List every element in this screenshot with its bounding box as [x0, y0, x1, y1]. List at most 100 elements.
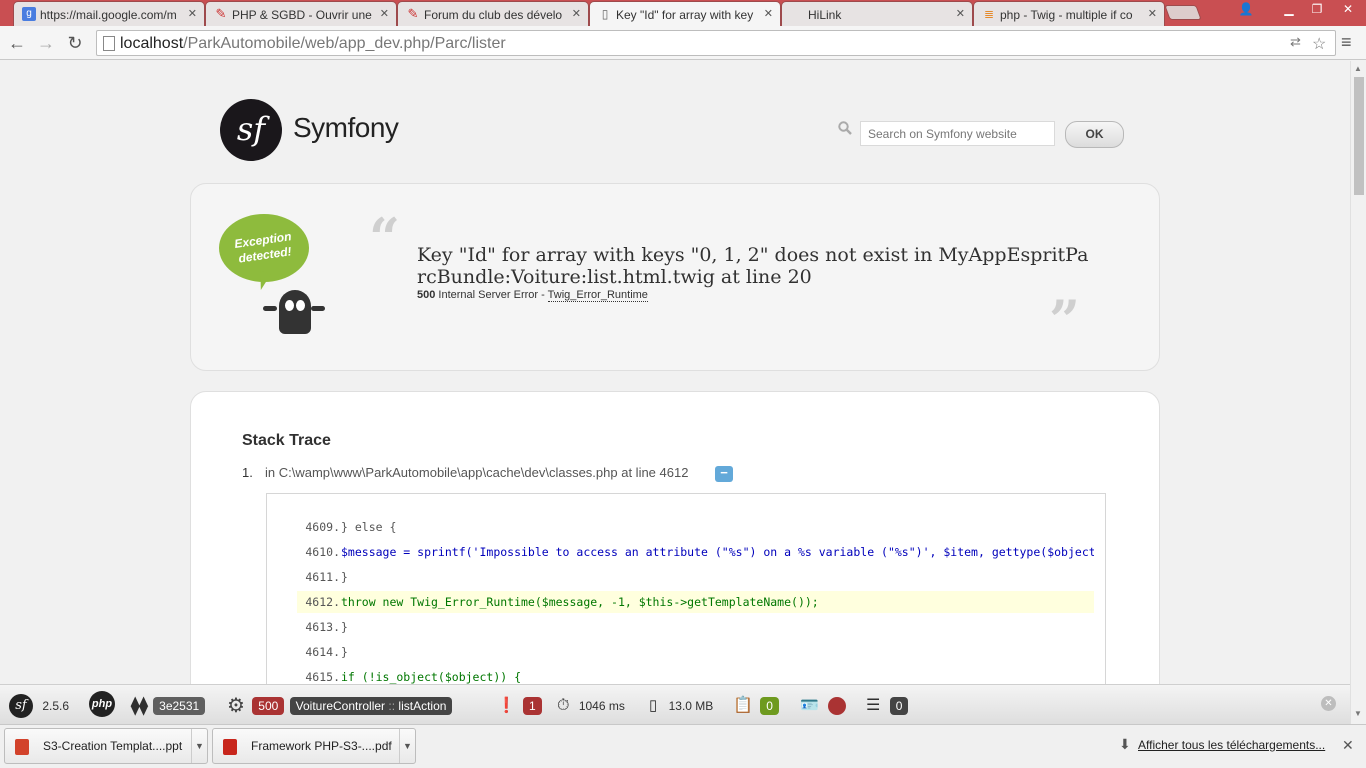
code-text: } else {	[341, 520, 397, 534]
url-text[interactable]: localhost/ParkAutomobile/web/app_dev.php…	[120, 35, 506, 53]
close-icon[interactable]: ✕	[764, 7, 773, 20]
close-icon[interactable]: ✕	[572, 7, 581, 20]
ppt-icon	[15, 739, 29, 755]
wdt-database[interactable]: ☰ 0	[866, 693, 909, 717]
code-line: 4615.if (!is_object($object)) {	[297, 666, 1094, 684]
close-icon[interactable]: ✕	[188, 7, 197, 20]
download-item[interactable]: Framework PHP-S3-....pdf ▼	[212, 728, 416, 764]
line-number: 4613.	[305, 620, 340, 634]
reload-icon[interactable]: ↻	[64, 32, 86, 54]
browser-tab-forum[interactable]: ✎ Forum du club des dévelo ✕	[397, 1, 589, 26]
action-name: listAction	[398, 698, 447, 713]
code-text: }	[341, 645, 348, 659]
code-line-highlighted: 4612.throw new Twig_Error_Runtime($messa…	[297, 591, 1094, 613]
user-card-icon: 🪪	[800, 696, 819, 714]
line-number: 4611.	[305, 570, 340, 584]
browser-toolbar: ← → ↻ localhost/ParkAutomobile/web/app_d…	[0, 26, 1366, 60]
url-host: localhost	[120, 35, 184, 52]
code-line: 4609.} else {	[297, 516, 1094, 538]
search-input[interactable]	[860, 121, 1055, 146]
close-icon[interactable]: ✕	[1148, 7, 1157, 20]
wdt-forms[interactable]: 📋 0	[733, 693, 779, 717]
warning-icon: ❗	[497, 696, 516, 714]
wdt-request[interactable]: ⚙ 500 VoitureController :: listAction	[227, 693, 453, 717]
search-ok-button[interactable]: OK	[1065, 121, 1124, 148]
brand-name[interactable]: Symfony	[293, 112, 399, 144]
close-icon[interactable]: ✕	[380, 7, 389, 20]
database-icon: ☰	[866, 696, 881, 714]
wdt-time[interactable]: ⏱ 1046 ms	[557, 693, 625, 717]
downloads-bar: S3-Creation Templat....ppt ▼ Framework P…	[0, 724, 1366, 768]
scroll-down-icon[interactable]: ▼	[1354, 709, 1362, 718]
vertical-scrollbar[interactable]: ▲ ▼	[1350, 61, 1366, 724]
open-quote-icon: “	[369, 206, 401, 270]
stack-trace-block: Stack Trace 1. in C:\wamp\www\ParkAutomob…	[190, 391, 1160, 684]
token-badge: 3e2531	[153, 696, 206, 715]
wdt-logs[interactable]: ❗ 1	[497, 693, 542, 717]
bookmark-star-icon[interactable]: ☆	[1312, 34, 1326, 54]
wdt-security[interactable]: 🪪	[800, 693, 847, 717]
forward-icon[interactable]: →	[35, 32, 57, 54]
line-number: 4615.	[305, 670, 340, 684]
memory-value: 13.0 MB	[668, 698, 714, 713]
clipboard-icon: 📋	[733, 696, 753, 714]
browser-tab-php-sgbd[interactable]: ✎ PHP & SGBD - Ouvrir une ✕	[205, 1, 397, 26]
translate-icon[interactable]: ⇄	[1290, 34, 1301, 50]
forum-icon: ✎	[407, 6, 419, 21]
exception-status: 500 Internal Server Error - Twig_Error_R…	[417, 289, 648, 302]
menu-icon[interactable]: ≡	[1341, 32, 1352, 53]
line-number: 4609.	[305, 520, 340, 534]
window-close-icon[interactable]: ✕	[1330, 0, 1366, 20]
browser-tab-gmail[interactable]: g https://mail.google.com/m ✕	[13, 1, 205, 26]
status-code: 500	[417, 289, 436, 301]
new-tab-button[interactable]	[1164, 5, 1202, 20]
line-number: 4612.	[305, 595, 340, 609]
wdt-php[interactable]: php	[89, 691, 115, 717]
separator: ::	[388, 698, 396, 713]
wdt-config[interactable]: ⧫⧫ 3e2531	[131, 693, 206, 717]
collapse-toggle-button[interactable]: −	[715, 466, 733, 482]
minimize-icon[interactable]: ▁	[1275, 0, 1303, 20]
tab-title: php - Twig - multiple if co	[1000, 8, 1133, 22]
code-text: }	[341, 620, 348, 634]
back-icon[interactable]: ←	[6, 32, 28, 54]
download-icon: ⬇	[1119, 736, 1131, 752]
chevron-down-icon[interactable]: ▼	[191, 729, 207, 763]
symfony-version: 2.5.6	[42, 698, 70, 713]
wdt-memory[interactable]: ▯ 13.0 MB	[649, 693, 713, 717]
status-code-badge: 500	[252, 696, 285, 715]
tab-title: Forum du club des dévelo	[424, 8, 563, 22]
restore-icon[interactable]: ❐	[1303, 0, 1331, 20]
trace-item-path: in C:\wamp\www\ParkAutomobile\app\cache\…	[265, 465, 689, 480]
download-item[interactable]: S3-Creation Templat....ppt ▼	[4, 728, 208, 764]
wdt-symfony[interactable]: sf 2.5.6	[9, 693, 70, 718]
close-icon[interactable]: ✕	[1342, 737, 1354, 754]
tab-title: Key "Id" for array with key	[616, 8, 754, 22]
browser-tab-hilink[interactable]: HiLink ✕	[781, 1, 973, 26]
scroll-up-icon[interactable]: ▲	[1354, 64, 1362, 73]
stackoverflow-icon: ≣	[983, 7, 995, 21]
ghost-arm-right	[311, 306, 325, 311]
config-icon: ⧫⧫	[131, 695, 148, 715]
timer-icon: ⏱	[557, 696, 570, 714]
symfony-logo[interactable]: sf	[220, 99, 282, 161]
close-toolbar-icon[interactable]: ✕	[1321, 696, 1336, 711]
forms-badge: 0	[760, 696, 779, 715]
user-icon[interactable]: 👤	[1232, 0, 1260, 20]
exception-class[interactable]: Twig_Error_Runtime	[547, 289, 648, 302]
errors-badge: 1	[523, 696, 542, 715]
browser-tab-stackoverflow[interactable]: ≣ php - Twig - multiple if co ✕	[973, 1, 1165, 26]
show-all-downloads-link[interactable]: Afficher tous les téléchargements...	[1138, 738, 1325, 752]
download-name: Framework PHP-S3-....pdf	[251, 739, 392, 753]
tab-title: PHP & SGBD - Ouvrir une	[232, 8, 372, 22]
close-icon[interactable]: ✕	[956, 7, 965, 20]
stack-trace-title: Stack Trace	[242, 432, 331, 449]
line-number: 4614.	[305, 645, 340, 659]
chevron-down-icon[interactable]: ▼	[399, 729, 415, 763]
browser-tab-active[interactable]: ▯ Key "Id" for array with key ✕	[589, 1, 781, 27]
code-text: $message = sprintf('Impossible to access…	[341, 545, 1094, 559]
line-number: 4610.	[305, 545, 340, 559]
url-path: /ParkAutomobile/web/app_dev.php/Parc/lis…	[183, 35, 506, 52]
scrollbar-thumb[interactable]	[1354, 77, 1364, 195]
address-bar[interactable]: localhost/ParkAutomobile/web/app_dev.php…	[96, 30, 1336, 56]
